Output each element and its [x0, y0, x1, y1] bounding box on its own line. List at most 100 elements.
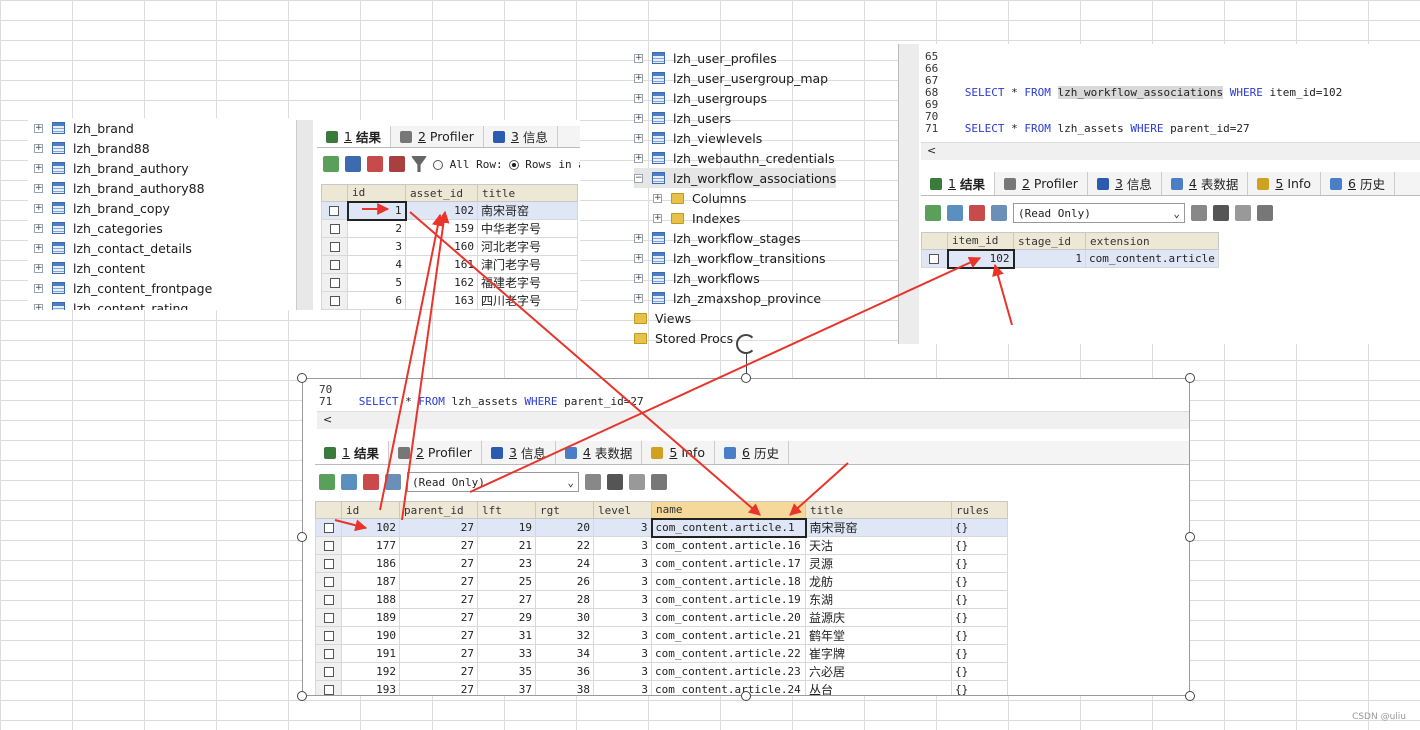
cell-name[interactable]: com_content.article.20 [651, 608, 806, 627]
row-selector[interactable] [321, 219, 348, 238]
tree-item-lzh_brand_authory88[interactable]: + lzh_brand_authory88 [34, 178, 205, 198]
table-row[interactable]: 102 1 com_content.article [921, 248, 1219, 269]
cell-id[interactable]: 1 [346, 200, 407, 221]
cell-name[interactable]: com_content.article.19 [651, 590, 806, 609]
row-selector[interactable] [321, 201, 348, 220]
rows-in-radio[interactable]: Rows in a [508, 158, 580, 171]
column-header-title[interactable]: title [805, 501, 952, 519]
clear-icon[interactable] [651, 474, 667, 490]
table-row[interactable]: 187 27 25 26 3 com_content.article.18 龙舫{} [315, 572, 1008, 591]
tab-Profiler[interactable]: 2 Profiler [391, 126, 484, 147]
expand-icon[interactable]: + [634, 73, 643, 83]
expand-icon[interactable]: + [634, 93, 643, 103]
rotate-handle-icon[interactable] [736, 334, 756, 354]
delete-row-icon[interactable] [367, 156, 383, 172]
cell-id[interactable]: 189 [341, 608, 400, 627]
row-selector[interactable] [315, 518, 342, 537]
table-row[interactable]: 1 102 南宋哥窑 [321, 200, 578, 221]
cell-asset_id[interactable]: 162 [405, 273, 478, 292]
row-checkbox[interactable] [323, 595, 334, 605]
delete-all-icon[interactable] [389, 156, 405, 172]
column-header-rules[interactable]: rules [951, 501, 1008, 519]
row-selector[interactable] [315, 662, 342, 681]
tree-item-lzh_content[interactable]: + lzh_content [34, 258, 145, 278]
cell-id[interactable]: 5 [347, 273, 406, 292]
cell-level[interactable]: 3 [593, 680, 652, 695]
expand-icon[interactable]: + [653, 193, 662, 203]
row-checkbox[interactable] [323, 667, 334, 677]
table-row[interactable]: 4 161 津门老字号 [321, 255, 578, 274]
all-rows-radio[interactable]: All Row: [433, 158, 503, 171]
cell-lft[interactable]: 23 [477, 554, 536, 573]
tree-item-lzh_brand88[interactable]: + lzh_brand88 [34, 138, 150, 158]
expand-icon[interactable]: + [34, 243, 43, 253]
resize-handle-bl[interactable] [297, 691, 307, 701]
cell-level[interactable]: 3 [593, 518, 652, 537]
cell-rgt[interactable]: 34 [535, 644, 594, 663]
column-header-title[interactable]: title [477, 184, 578, 202]
cell-level[interactable]: 3 [593, 662, 652, 681]
refresh-icon[interactable] [385, 474, 401, 490]
expand-icon[interactable]: + [34, 223, 43, 233]
expand-icon[interactable]: + [34, 183, 43, 193]
row-selector[interactable] [321, 273, 348, 292]
cell-title[interactable]: 河北老字号 [477, 237, 578, 256]
delete-row-icon[interactable] [363, 474, 379, 490]
resize-handle-tl[interactable] [297, 373, 307, 383]
cell-id[interactable]: 102 [341, 518, 400, 537]
column-header-parent_id[interactable]: parent_id [399, 501, 478, 519]
row-checkbox[interactable] [329, 278, 340, 288]
row-checkbox[interactable] [323, 541, 334, 551]
tree-item-lzh_webauthn_credentials[interactable]: + lzh_webauthn_credentials [634, 148, 835, 168]
tree-item-lzh_workflow_stages[interactable]: + lzh_workflow_stages [634, 228, 801, 248]
cell-rules[interactable]: {} [951, 644, 1008, 663]
resize-handle-mr[interactable] [1185, 532, 1195, 542]
expand-icon[interactable]: + [34, 283, 43, 293]
table-row[interactable]: 2 159 中华老字号 [321, 219, 578, 238]
cell-lft[interactable]: 29 [477, 608, 536, 627]
cell-lft[interactable]: 21 [477, 536, 536, 555]
expand-icon[interactable]: + [34, 263, 43, 273]
save-icon[interactable] [345, 156, 361, 172]
table-row[interactable]: 102 27 19 20 3 com_content.article.1 南宋哥窑{} [315, 517, 1008, 538]
tab-结果[interactable]: 1 结果 [317, 126, 391, 147]
save-icon[interactable] [1213, 205, 1229, 221]
row-checkbox[interactable] [329, 242, 340, 252]
row-checkbox[interactable] [323, 631, 334, 641]
expand-icon[interactable]: + [34, 143, 43, 153]
tab-结果[interactable]: 1 结果 [921, 172, 995, 195]
expand-icon[interactable]: + [34, 303, 43, 310]
cell-rgt[interactable]: 26 [535, 572, 594, 591]
resize-handle-tm[interactable] [741, 373, 751, 383]
collapse-icon[interactable]: − [634, 173, 643, 183]
cell-id[interactable]: 187 [341, 572, 400, 591]
cell-rules[interactable]: {} [951, 518, 1008, 537]
read-only-select[interactable]: (Read Only) ⌄ [407, 472, 579, 492]
tab-Info[interactable]: 5 Info [642, 441, 715, 464]
cell-lft[interactable]: 31 [477, 626, 536, 645]
table-row[interactable]: 188 27 27 28 3 com_content.article.19 东湖{} [315, 590, 1008, 609]
tab-Profiler[interactable]: 2 Profiler [995, 172, 1088, 195]
tree-item-lzh_workflows[interactable]: + lzh_workflows [634, 268, 760, 288]
sql-line[interactable]: 68 SELECT * FROM lzh_workflow_associatio… [925, 86, 1342, 99]
expand-icon[interactable]: + [634, 113, 643, 123]
expand-icon[interactable]: + [34, 203, 43, 213]
clear-icon[interactable] [1257, 205, 1273, 221]
table-row[interactable]: 189 27 29 30 3 com_content.article.20 益源庆{} [315, 608, 1008, 627]
expand-icon[interactable]: + [634, 253, 643, 263]
row-checkbox[interactable] [329, 206, 340, 216]
cell-level[interactable]: 3 [593, 626, 652, 645]
column-header-stage_id[interactable]: stage_id [1013, 232, 1086, 250]
cell-rules[interactable]: {} [951, 554, 1008, 573]
row-checkbox[interactable] [323, 613, 334, 623]
cell-title[interactable]: 六必居 [805, 662, 952, 681]
expand-icon[interactable]: + [634, 53, 643, 63]
insert-row-icon[interactable] [319, 474, 335, 490]
expand-icon[interactable]: + [34, 123, 43, 133]
cell-rgt[interactable]: 30 [535, 608, 594, 627]
cell-title[interactable]: 鹤年堂 [805, 626, 952, 645]
copy-icon[interactable] [629, 474, 645, 490]
cell-level[interactable]: 3 [593, 572, 652, 591]
expand-icon[interactable]: + [634, 273, 643, 283]
table-row[interactable]: 3 160 河北老字号 [321, 237, 578, 256]
